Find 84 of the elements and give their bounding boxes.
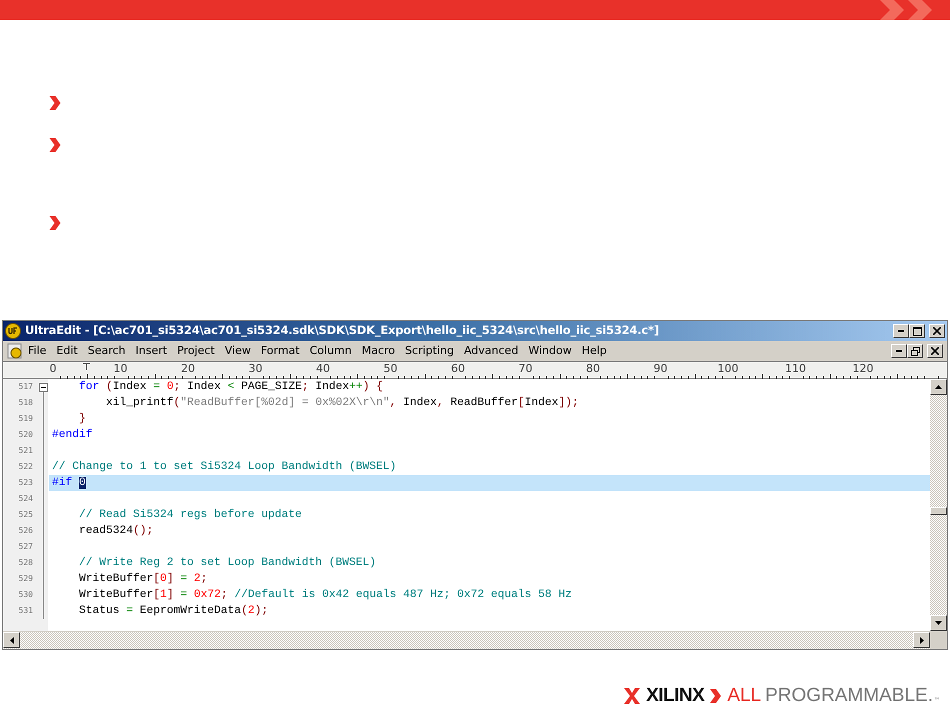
code-line: #endif	[51, 428, 94, 443]
collapse-icon[interactable]	[38, 382, 48, 392]
line-number: 520	[18, 429, 34, 441]
code-line: read5324();	[78, 524, 154, 539]
close-button[interactable]	[929, 324, 945, 338]
up-arrow-icon	[935, 385, 942, 389]
ruler-number: 110	[785, 363, 806, 375]
menu-item[interactable]: Macro	[356, 342, 400, 360]
ruler-number: 10	[114, 363, 128, 375]
menu-item[interactable]: Window	[523, 342, 577, 360]
ruler-number: 40	[316, 363, 330, 375]
line-number: 528	[18, 557, 34, 569]
ruler-number: 0	[50, 363, 56, 375]
menu-item[interactable]: View	[220, 342, 256, 360]
line-number: 521	[18, 445, 34, 457]
code-line: }	[78, 412, 87, 427]
ruler-number: 60	[451, 363, 465, 375]
tab-stop-icon	[83, 363, 90, 370]
code-line: WriteBuffer[0] = 2;	[78, 572, 208, 587]
ruler-number: 20	[181, 363, 195, 375]
menu-item[interactable]: Search	[82, 342, 131, 360]
close-button[interactable]	[927, 344, 943, 358]
brand-name: XILINX	[646, 684, 704, 708]
menu-item[interactable]: Column	[304, 342, 357, 360]
menu-item[interactable]: Insert	[130, 342, 172, 360]
minimize-icon	[898, 330, 904, 332]
bullet-chevron-icon	[48, 96, 62, 110]
window-title: UltraEdit - [C:\ac701_si5324\ac701_si5324.sdk\SDK\SDK_Export\hello_iic_5324\src\hello_iic_si5324.c*]	[25, 322, 659, 340]
down-arrow-icon	[935, 621, 942, 625]
menu-item[interactable]: Scripting	[400, 342, 459, 360]
ruler-number: 100	[718, 363, 738, 375]
horizontal-scrollbar[interactable]	[3, 631, 947, 649]
maximize-button[interactable]	[909, 324, 925, 338]
code-line: for (Index = 0; Index < PAGE_SIZE; Index++) {	[78, 380, 384, 395]
restore-button[interactable]	[907, 344, 923, 358]
restore-icon	[910, 346, 920, 356]
minimize-button[interactable]	[891, 344, 907, 358]
scroll-thumb[interactable]	[930, 507, 947, 515]
ruler-number: 70	[518, 363, 532, 375]
code-line: WriteBuffer[1] = 0x72; //Default is 0x42 equals 487 Hz; 0x72 equals 58 Hz	[78, 588, 573, 603]
right-arrow-icon	[920, 636, 924, 644]
code-line: // Write Reg 2 to set Loop Bandwidth (BWSEL)	[78, 556, 378, 571]
app-icon	[5, 323, 21, 339]
document-icon[interactable]	[7, 343, 23, 359]
close-icon	[931, 347, 939, 355]
line-number: 531	[18, 605, 34, 617]
vertical-scrollbar[interactable]	[930, 379, 947, 631]
tagline: PROGRAMMABLE.	[765, 684, 933, 708]
menu-item[interactable]: Advanced	[458, 342, 524, 360]
line-number: 519	[18, 413, 34, 425]
line-number: 526	[18, 525, 34, 537]
line-number: 522	[18, 461, 34, 473]
minimize-icon	[896, 350, 902, 352]
line-number: 517	[18, 381, 34, 393]
line-number: 525	[18, 509, 34, 521]
menu-item[interactable]: Edit	[51, 342, 83, 360]
logo-icon	[624, 688, 640, 704]
ruler-number: 50	[384, 363, 398, 375]
close-icon	[933, 327, 941, 335]
code-line: xil_printf("ReadBuffer[%02d] = 0x%02X\r\n", Index, ReadBuffer[Index]);	[105, 396, 580, 411]
menu-item[interactable]: Help	[576, 342, 612, 360]
ruler-number: 80	[586, 363, 600, 375]
menu-item[interactable]: Project	[172, 342, 220, 360]
line-number: 523	[18, 477, 34, 489]
code-line: // Read Si5324 regs before update	[78, 508, 303, 523]
line-number: 530	[18, 589, 34, 601]
ruler-number: 90	[654, 363, 668, 375]
line-number: 527	[18, 541, 34, 553]
chevron-icon	[710, 689, 722, 704]
ruler-number: 120	[852, 363, 874, 375]
bullet-chevron-icon	[48, 138, 62, 152]
bullet-chevron-icon	[48, 216, 62, 230]
maximize-icon	[912, 326, 922, 336]
line-number: 524	[18, 493, 34, 505]
tagline-accent: ALL	[727, 684, 762, 708]
left-arrow-icon	[10, 636, 14, 644]
minimize-button[interactable]	[893, 324, 909, 338]
menu-item[interactable]: File	[23, 342, 52, 360]
line-number: 518	[18, 397, 34, 409]
ruler-number: 30	[248, 363, 262, 375]
menu-item[interactable]: Format	[256, 342, 305, 360]
code-line: Status = EepromWriteData(2);	[78, 604, 270, 619]
code-line: // Change to 1 to set Si5324 Loop Bandwidth (BWSEL)	[51, 460, 398, 475]
line-number: 529	[18, 573, 34, 585]
